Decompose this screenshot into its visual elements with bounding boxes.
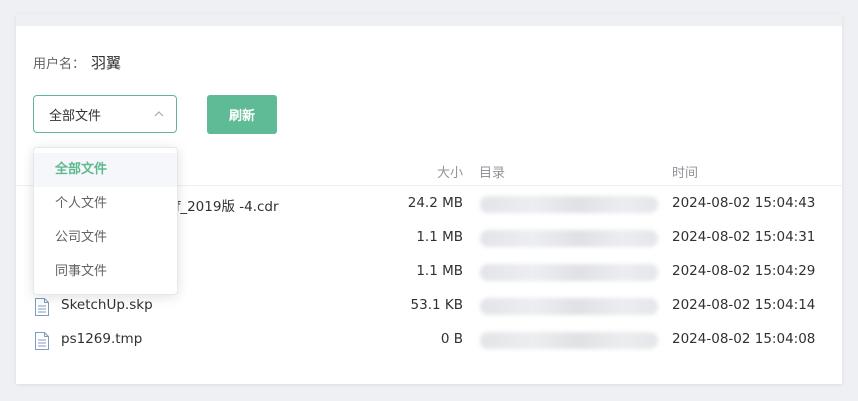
file-time: 2024-08-02 15:04:08 [672,331,816,347]
column-header-size: 大小 [436,166,463,181]
directory-redacted [480,264,658,281]
file-size: 53.1 KB [410,297,463,313]
panel-top-strip [16,14,842,26]
file-size: 1.1 MB [416,263,463,279]
username-value: 羽翼 [91,53,122,72]
document-icon [35,298,49,316]
refresh-button[interactable]: 刷新 [207,95,277,134]
username-label: 用户名： [33,56,86,72]
directory-redacted [480,230,658,247]
file-name[interactable]: ps1269.tmp [61,331,142,347]
file-time: 2024-08-02 15:04:31 [672,229,816,245]
chevron-up-icon [154,111,164,117]
file-size: 24.2 MB [407,195,463,211]
column-header-directory: 目录 [479,166,506,181]
user-info: 用户名： 羽翼 [33,52,121,72]
dropdown-option-personal-files[interactable]: 个人文件 [34,187,177,221]
file-filter-selected: 全部文件 [49,108,102,124]
file-filter-dropdown: 全部文件 个人文件 公司文件 同事文件 [33,147,178,295]
column-header-time: 时间 [672,166,699,181]
document-icon [35,332,49,350]
dropdown-option-colleague-files[interactable]: 同事文件 [34,255,177,289]
dropdown-option-company-files[interactable]: 公司文件 [34,221,177,255]
file-time: 2024-08-02 15:04:29 [672,263,816,279]
directory-redacted [480,196,658,213]
file-time: 2024-08-02 15:04:14 [672,297,816,313]
file-time: 2024-08-02 15:04:43 [672,195,816,211]
file-size: 0 B [440,331,463,347]
file-size: 1.1 MB [416,229,463,245]
table-row[interactable]: ps1269.tmp 0 B 2024-08-02 15:04:08 [16,323,842,357]
file-filter-select[interactable]: 全部文件 [33,95,177,133]
directory-redacted [480,298,658,315]
file-name[interactable]: SketchUp.skp [61,297,153,313]
directory-redacted [480,332,658,349]
dropdown-option-all-files[interactable]: 全部文件 [34,153,177,187]
